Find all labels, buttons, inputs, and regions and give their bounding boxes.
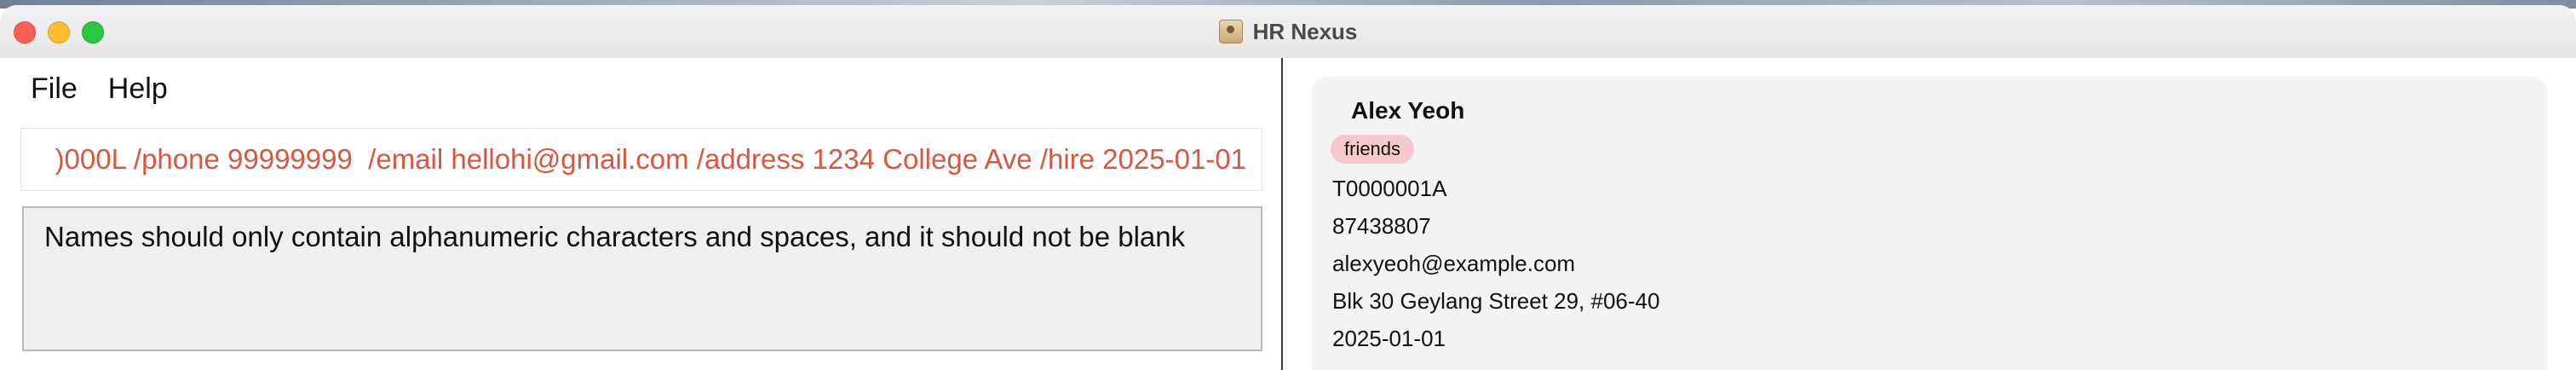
menu-help[interactable]: Help bbox=[93, 68, 183, 109]
menu-bar: File Help bbox=[0, 68, 183, 109]
person-list-panel: Alex Yeoh friends T0000001A 87438807 ale… bbox=[1283, 58, 2576, 370]
person-id: T0000001A bbox=[1332, 176, 1447, 201]
command-input[interactable]: )000L /phone 99999999 /email hellohi@gma… bbox=[20, 128, 1262, 191]
left-pane: File Help )000L /phone 99999999 /email h… bbox=[0, 58, 1281, 370]
person-phone: 87438807 bbox=[1332, 213, 1431, 239]
person-card[interactable]: Alex Yeoh friends T0000001A 87438807 ale… bbox=[1312, 77, 2547, 370]
app-icon bbox=[1218, 20, 1243, 43]
window-title-group: HR Nexus bbox=[0, 5, 2576, 58]
person-name: Alex Yeoh bbox=[1351, 97, 1465, 124]
app-window: HR Nexus File Help )000L /phone 99999999… bbox=[0, 5, 2576, 370]
tag-badge: friends bbox=[1331, 135, 1415, 164]
window-title: HR Nexus bbox=[1252, 18, 1358, 44]
person-email: alexyeoh@example.com bbox=[1332, 251, 1576, 276]
person-address: Blk 30 Geylang Street 29, #06-40 bbox=[1332, 288, 1660, 314]
title-bar[interactable]: HR Nexus bbox=[0, 5, 2576, 59]
person-hire-date: 2025-01-01 bbox=[1332, 326, 1446, 351]
result-message: Names should only contain alphanumeric c… bbox=[44, 221, 1186, 252]
menu-file[interactable]: File bbox=[0, 68, 93, 109]
command-input-text: )000L /phone 99999999 /email hellohi@gma… bbox=[55, 143, 1246, 175]
result-display[interactable]: Names should only contain alphanumeric c… bbox=[22, 206, 1262, 351]
